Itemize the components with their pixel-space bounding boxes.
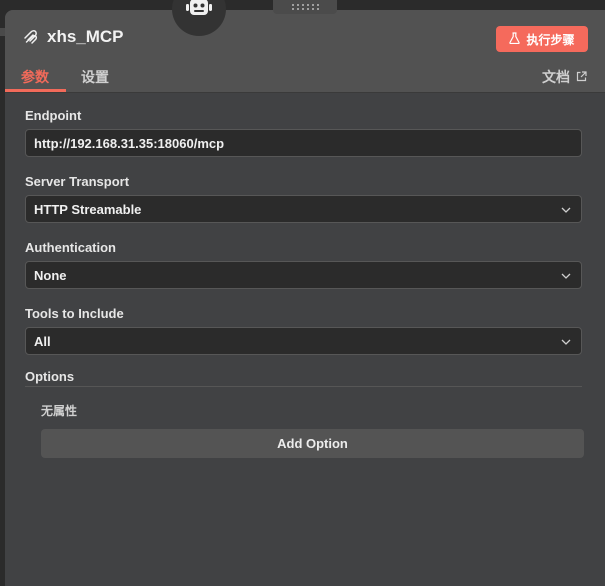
docs-link[interactable]: 文档 bbox=[542, 67, 587, 87]
endpoint-input[interactable] bbox=[34, 135, 554, 151]
docs-label: 文档 bbox=[542, 69, 570, 85]
mcp-icon bbox=[23, 29, 39, 45]
options-divider bbox=[25, 386, 582, 387]
execute-step-label: 执行步骤 bbox=[526, 32, 575, 47]
chevron-down-icon bbox=[560, 336, 572, 348]
endpoint-field[interactable] bbox=[25, 129, 582, 157]
node-title[interactable]: xhs_MCP bbox=[47, 27, 124, 47]
authentication-select[interactable]: None bbox=[25, 261, 582, 289]
no-properties-text: 无属性 bbox=[41, 404, 78, 418]
robot-icon bbox=[185, 0, 213, 24]
node-settings-panel: xhs_MCP 执行步骤 参数 设置 文档 Endpoint S bbox=[5, 10, 605, 586]
panel-header: xhs_MCP 执行步骤 参数 设置 文档 bbox=[5, 10, 605, 92]
server-transport-label: Server Transport bbox=[25, 174, 130, 189]
tools-to-include-label: Tools to Include bbox=[25, 306, 124, 321]
add-option-button[interactable]: Add Option bbox=[41, 429, 584, 458]
external-link-icon bbox=[576, 69, 587, 85]
grip-dots-icon bbox=[290, 0, 320, 16]
chevron-down-icon bbox=[560, 270, 572, 282]
tools-to-include-value: All bbox=[34, 333, 51, 349]
server-transport-value: HTTP Streamable bbox=[34, 201, 142, 217]
server-transport-select[interactable]: HTTP Streamable bbox=[25, 195, 582, 223]
endpoint-label: Endpoint bbox=[25, 108, 82, 123]
flask-icon bbox=[509, 31, 521, 47]
execute-step-button[interactable]: 执行步骤 bbox=[496, 26, 588, 52]
authentication-value: None bbox=[34, 267, 67, 283]
chevron-down-icon bbox=[560, 204, 572, 216]
authentication-label: Authentication bbox=[25, 240, 116, 255]
tools-to-include-select[interactable]: All bbox=[25, 327, 582, 355]
drag-handle[interactable] bbox=[273, 0, 337, 14]
tab-settings[interactable]: 设置 bbox=[81, 67, 109, 87]
options-label: Options bbox=[25, 369, 75, 384]
tab-parameters[interactable]: 参数 bbox=[21, 67, 49, 87]
header-divider bbox=[5, 92, 605, 93]
